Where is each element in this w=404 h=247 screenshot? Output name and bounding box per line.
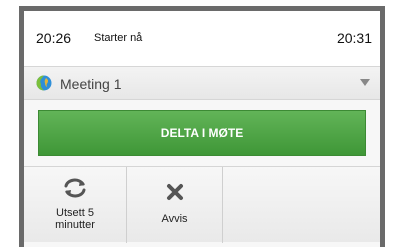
meeting-selector[interactable]: Meeting 1	[24, 66, 380, 100]
dismiss-label: Avvis	[161, 213, 188, 225]
status-text: Starter nå	[94, 32, 143, 44]
reminder-header: 20:26 Starter nå 20:31	[24, 11, 380, 66]
snooze-button[interactable]: Utsett 5 minutter	[24, 167, 127, 243]
globe-icon	[36, 75, 52, 91]
dismiss-button[interactable]: Avvis	[127, 167, 223, 243]
snooze-label: Utsett 5 minutter	[55, 207, 95, 231]
meeting-title: Meeting 1	[60, 76, 122, 92]
end-time: 20:31	[336, 30, 372, 46]
start-time: 20:26	[36, 30, 72, 46]
meeting-reminder-dialog: 20:26 Starter nå 20:31 Meeting 1 DELTA I…	[24, 11, 380, 247]
triangle-down-icon[interactable]	[360, 79, 370, 87]
action-bar: Utsett 5 minutter Avvis	[24, 166, 380, 243]
refresh-icon	[64, 178, 86, 198]
close-icon	[166, 184, 183, 200]
join-meeting-button[interactable]: DELTA I MØTE	[38, 110, 366, 156]
